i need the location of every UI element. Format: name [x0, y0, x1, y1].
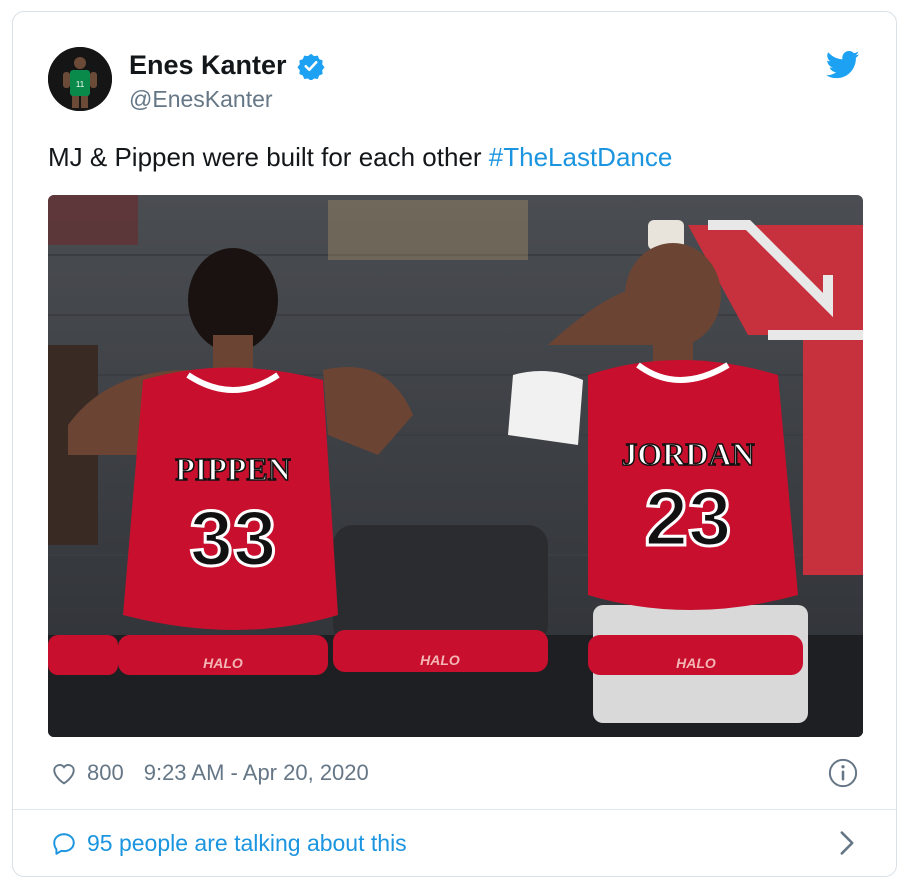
- avatar[interactable]: 11: [48, 47, 112, 111]
- divider: [13, 809, 896, 810]
- talking-count-label[interactable]: 95 people are talking about this: [87, 830, 407, 857]
- conversation-link[interactable]: 95 people are talking about this: [51, 830, 407, 857]
- tweet-text: MJ & Pippen were built for each other #T…: [48, 142, 672, 173]
- tweet-card: 11 Enes Kanter @EnesKanter MJ & Pippen w…: [12, 11, 897, 877]
- jordan-jersey-name: JORDAN: [621, 436, 754, 472]
- author-handle[interactable]: @EnesKanter: [129, 86, 273, 113]
- bulls-bench-photo: PIPPEN 33 JORDAN 23 HALO HALO HALO: [48, 195, 863, 737]
- tweet-meta: 800 9:23 AM - Apr 20, 2020: [51, 760, 369, 786]
- verified-badge-icon: [297, 53, 325, 80]
- info-icon[interactable]: [828, 758, 858, 788]
- author-name[interactable]: Enes Kanter: [129, 50, 287, 81]
- tweet-body: MJ & Pippen were built for each other: [48, 142, 489, 172]
- avatar-jersey-number: 11: [76, 80, 85, 89]
- heart-icon[interactable]: [51, 761, 77, 785]
- pippen-jersey-name: PIPPEN: [175, 451, 291, 487]
- tweet-photo[interactable]: PIPPEN 33 JORDAN 23 HALO HALO HALO: [48, 195, 863, 737]
- like-count[interactable]: 800: [87, 760, 124, 786]
- pippen-jersey-number: 33: [190, 494, 277, 582]
- chair-brand-right: HALO: [676, 655, 716, 671]
- tweet-timestamp[interactable]: 9:23 AM - Apr 20, 2020: [144, 760, 369, 786]
- author-name-row[interactable]: Enes Kanter: [129, 50, 325, 81]
- hashtag-link[interactable]: #TheLastDance: [489, 142, 673, 172]
- chevron-right-icon[interactable]: [838, 830, 856, 856]
- chair-brand-middle: HALO: [420, 652, 460, 668]
- chair-brand-left: HALO: [203, 655, 243, 671]
- speech-bubble-icon: [53, 832, 75, 855]
- avatar-image: 11: [48, 47, 112, 111]
- twitter-bird-icon[interactable]: [826, 50, 860, 80]
- jordan-jersey-number: 23: [645, 474, 732, 562]
